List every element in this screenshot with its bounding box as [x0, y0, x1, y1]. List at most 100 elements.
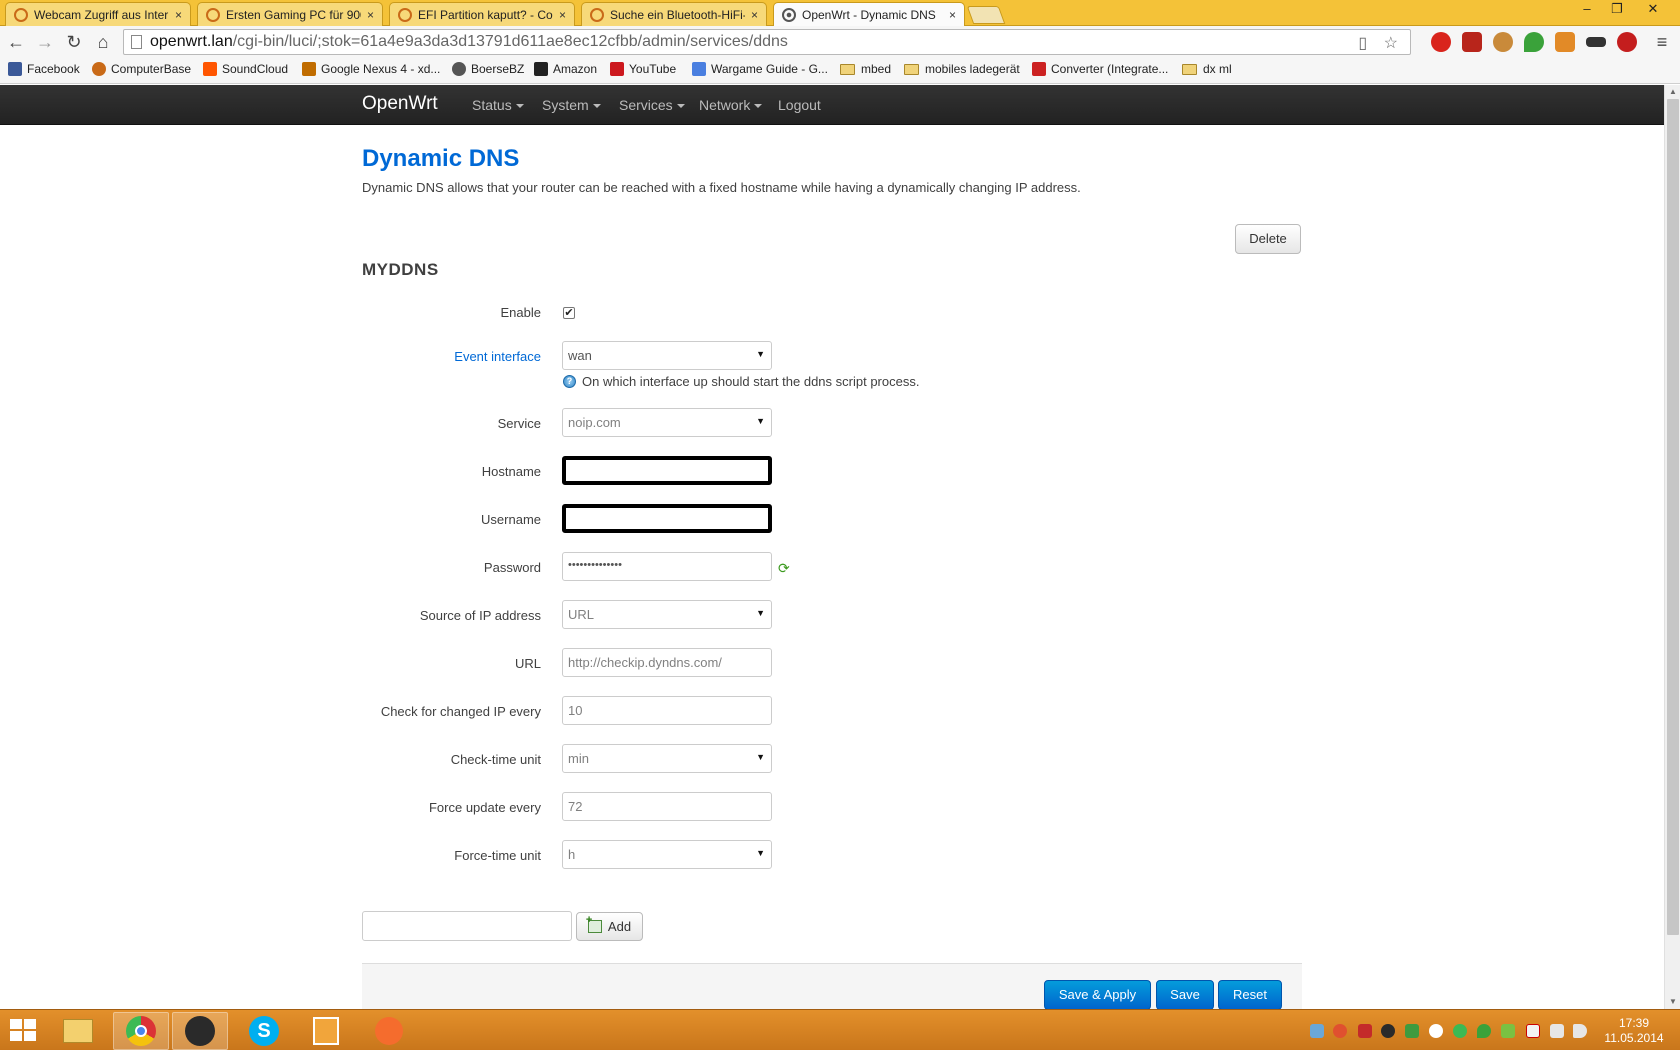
windows-start-icon[interactable] [10, 1019, 38, 1043]
address-bar[interactable]: openwrt.lan/cgi-bin/luci/;stok=61a4e9a3d… [123, 29, 1411, 55]
evernote-tray-icon[interactable] [1477, 1024, 1491, 1038]
save-apply-button[interactable]: Save & Apply [1044, 980, 1151, 1009]
skype-icon[interactable]: S [236, 1012, 292, 1050]
origin-tray-icon[interactable] [1333, 1024, 1347, 1038]
evernote-extension-icon[interactable] [1524, 32, 1544, 52]
bookmark-nexus[interactable]: Google Nexus 4 - xd... [302, 62, 440, 76]
bookmark-computerbase[interactable]: ComputerBase [92, 62, 191, 76]
origin-icon[interactable] [361, 1012, 417, 1050]
caret-down-icon [515, 104, 524, 109]
hostname-input[interactable] [562, 456, 772, 485]
tab-title: Ersten Gaming PC für 900 [226, 7, 361, 22]
display-tray-icon[interactable] [1550, 1024, 1564, 1038]
close-icon[interactable]: × [559, 8, 566, 22]
check-unit-select[interactable]: min [562, 744, 772, 773]
bookmark-converter[interactable]: Converter (Integrate... [1032, 62, 1168, 76]
force-interval-input[interactable]: 72 [562, 792, 772, 821]
scrollbar-thumb[interactable] [1667, 99, 1679, 935]
browser-tab[interactable]: Webcam Zugriff aus Intern × [5, 2, 191, 26]
browser-tab[interactable]: Suche ein Bluetooth-HiFi- × [581, 2, 767, 26]
password-input[interactable]: •••••••••••••• [562, 552, 772, 581]
volume-tray-icon[interactable] [1573, 1024, 1587, 1038]
chrome-tray-icon[interactable] [1453, 1024, 1467, 1038]
home-button[interactable]: ⌂ [91, 30, 115, 54]
force-unit-select[interactable]: h [562, 840, 772, 869]
check-interval-label: Check for changed IP every [380, 704, 541, 719]
help-icon: ? [563, 375, 576, 388]
delete-button[interactable]: Delete [1235, 224, 1301, 254]
username-input[interactable] [562, 504, 772, 533]
menu-services[interactable]: Services [619, 97, 685, 113]
browser-tab[interactable]: Ersten Gaming PC für 900 × [197, 2, 383, 26]
bookmark-soundcloud[interactable]: SoundCloud [203, 62, 288, 76]
reveal-password-icon[interactable]: ⟳ [778, 561, 791, 575]
windows-taskbar: S 17:39 11.05.2014 [0, 1009, 1680, 1050]
steam-tray-icon[interactable] [1381, 1024, 1395, 1038]
chrome-icon[interactable] [113, 1012, 169, 1050]
gear-extension-icon[interactable] [1617, 32, 1637, 52]
menu-status[interactable]: Status [472, 97, 524, 113]
bookmark-folder-ladegeraet[interactable]: mobiles ladegerät [904, 62, 1020, 76]
tab-title: Suche ein Bluetooth-HiFi- [610, 7, 745, 22]
menu-logout[interactable]: Logout [778, 97, 821, 113]
bookmark-wargame-guide[interactable]: Wargame Guide - G... [692, 62, 828, 76]
security-tray-icon[interactable] [1405, 1024, 1419, 1038]
back-button[interactable]: ← [4, 30, 28, 54]
network-tray-icon[interactable] [1310, 1024, 1324, 1038]
bookmark-folder-mbed[interactable]: mbed [840, 62, 891, 76]
cloud-tray-icon[interactable] [1429, 1024, 1443, 1038]
bookmark-boersebz[interactable]: BoerseBZ [452, 62, 524, 76]
url-path: /cgi-bin/luci/;stok=61a4e9a3da3d13791d61… [232, 33, 788, 50]
action-center-tray-icon[interactable] [1526, 1024, 1540, 1038]
file-explorer-icon[interactable] [50, 1012, 106, 1050]
close-window-button[interactable]: ✕ [1638, 1, 1668, 19]
event-interface-label[interactable]: Event interface [454, 349, 541, 364]
reload-button[interactable]: ↻ [62, 30, 86, 54]
close-icon[interactable]: × [949, 8, 956, 22]
minimize-button[interactable]: – [1572, 1, 1602, 19]
event-interface-select[interactable]: wan [562, 341, 772, 370]
close-icon[interactable]: × [367, 8, 374, 22]
browser-tab[interactable]: EFI Partition kaputt? - Com × [389, 2, 575, 26]
forward-button[interactable]: → [33, 30, 57, 54]
add-button[interactable]: Add [576, 912, 643, 941]
service-select[interactable]: noip.com [562, 408, 772, 437]
openwrt-brand[interactable]: OpenWrt [362, 93, 438, 115]
basket-extension-icon[interactable] [1555, 32, 1575, 52]
ip-source-select[interactable]: URL [562, 600, 772, 629]
bookmark-star-icon[interactable]: ▯ ☆ [1358, 33, 1404, 53]
readlater-extension-icon[interactable] [1462, 32, 1482, 52]
cookie-extension-icon[interactable] [1493, 32, 1513, 52]
steam-icon[interactable] [172, 1012, 228, 1050]
bookmark-folder-dxml[interactable]: dx ml [1182, 62, 1232, 76]
menu-system[interactable]: System [542, 97, 601, 113]
scroll-down-icon[interactable]: ▼ [1665, 995, 1680, 1009]
adblock-extension-icon[interactable] [1431, 32, 1451, 52]
new-tab-button[interactable] [966, 6, 1006, 24]
chrome-menu-icon[interactable]: ≡ [1650, 30, 1674, 54]
menu-network[interactable]: Network [699, 97, 763, 113]
system-clock[interactable]: 17:39 11.05.2014 [1594, 1016, 1674, 1046]
mask-extension-icon[interactable] [1586, 37, 1606, 47]
save-button[interactable]: Save [1156, 980, 1214, 1009]
page-scrollbar[interactable]: ▲ ▼ [1664, 85, 1680, 1009]
bookmark-amazon[interactable]: Amazon [534, 62, 597, 76]
bookmark-youtube[interactable]: YouTube [610, 62, 676, 76]
new-section-input[interactable] [362, 911, 572, 941]
app-tray-icon[interactable] [1358, 1024, 1372, 1038]
page-description: Dynamic DNS allows that your router can … [362, 180, 1081, 195]
computerbase-icon [590, 7, 604, 22]
close-icon[interactable]: × [751, 8, 758, 22]
browser-tab-active[interactable]: OpenWrt - Dynamic DNS × [773, 2, 965, 26]
enable-checkbox[interactable]: ✔ [563, 307, 575, 319]
check-interval-input[interactable]: 10 [562, 696, 772, 725]
reset-button[interactable]: Reset [1218, 980, 1282, 1009]
media-player-icon[interactable] [298, 1012, 354, 1050]
update-tray-icon[interactable] [1501, 1024, 1515, 1038]
close-icon[interactable]: × [175, 8, 182, 22]
maximize-button[interactable]: ❐ [1602, 1, 1632, 19]
url-input[interactable]: http://checkip.dyndns.com/ [562, 648, 772, 677]
scroll-up-icon[interactable]: ▲ [1665, 85, 1680, 99]
force-interval-label: Force update every [428, 800, 541, 815]
bookmark-facebook[interactable]: Facebook [8, 62, 80, 76]
